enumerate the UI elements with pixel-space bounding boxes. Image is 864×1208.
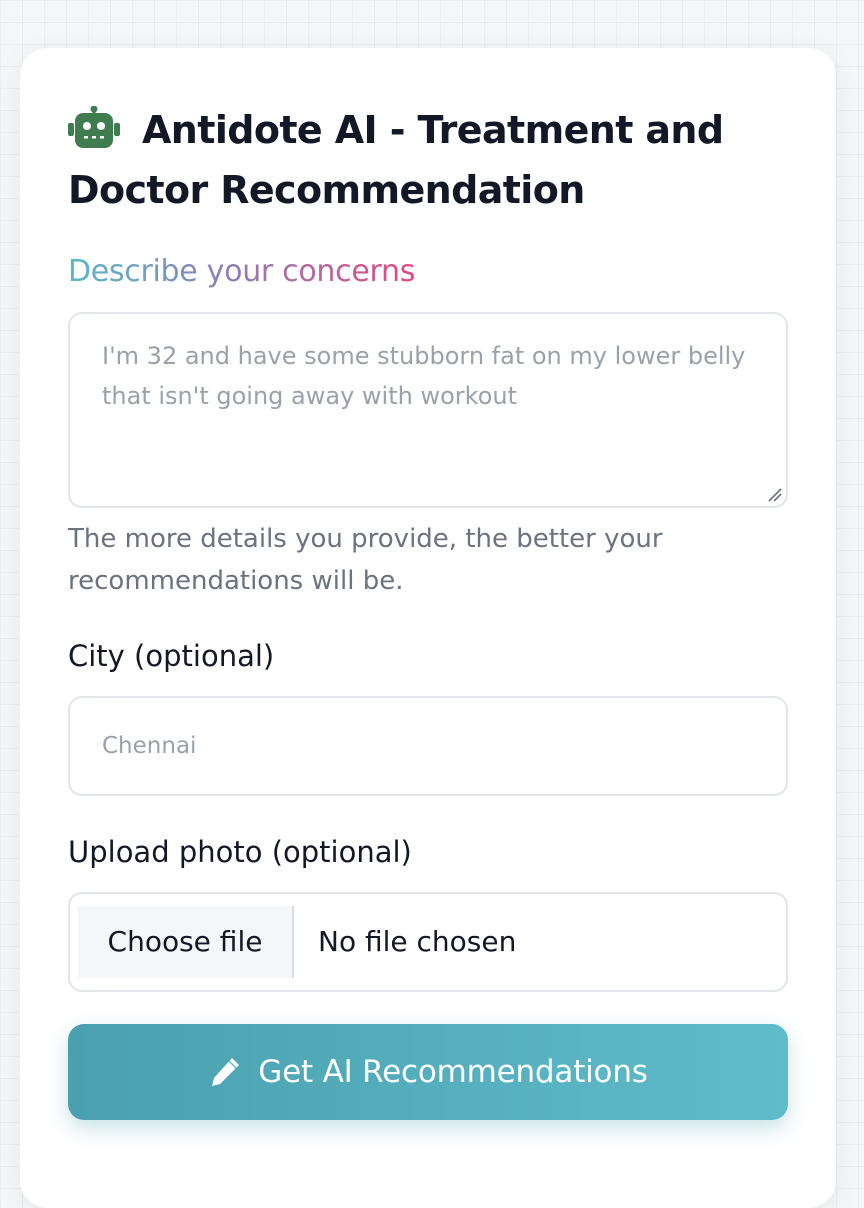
photo-upload-field: Choose file No file chosen <box>68 892 788 992</box>
city-input[interactable] <box>70 698 786 794</box>
robot-icon <box>68 106 120 148</box>
pencil-icon <box>212 1058 240 1086</box>
concerns-help-text: The more details you provide, the better… <box>68 524 663 596</box>
city-field-container <box>68 696 788 796</box>
file-status: No file chosen <box>318 925 517 958</box>
get-recommendations-button[interactable]: Get AI Recommendations <box>68 1024 788 1120</box>
card-header: Antidote AI - Treatment and Doctor Recom… <box>68 100 768 220</box>
city-label: City (optional) <box>68 639 275 673</box>
concerns-textarea[interactable] <box>70 314 786 506</box>
resize-handle-icon[interactable] <box>768 488 782 502</box>
concerns-field-container <box>68 312 788 508</box>
choose-file-button[interactable]: Choose file <box>78 906 294 978</box>
submit-label: Get AI Recommendations <box>258 1054 648 1090</box>
concerns-label: Describe your concerns <box>68 252 415 292</box>
recommendation-card: Antidote AI - Treatment and Doctor Recom… <box>20 48 836 1208</box>
page-title: Antidote AI - Treatment and Doctor Recom… <box>68 108 724 212</box>
photo-label: Upload photo (optional) <box>68 835 412 869</box>
